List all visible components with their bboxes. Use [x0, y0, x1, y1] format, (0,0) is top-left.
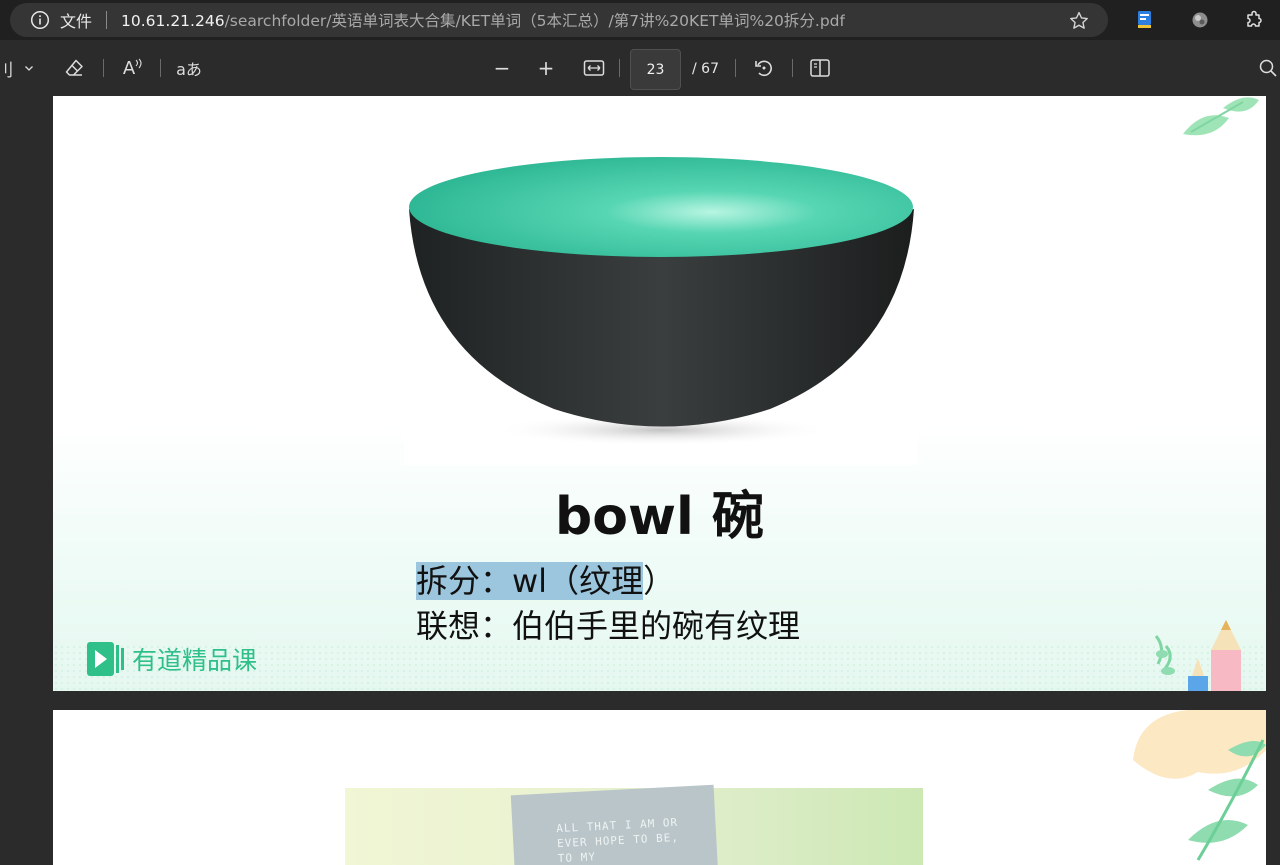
quote-image: ALL THAT I AM OR EVER HOPE TO BE, TO MY [345, 784, 923, 865]
leaf-decoration-icon [1133, 710, 1266, 861]
word-title: bowl 碗 [555, 487, 764, 547]
pdf-page-23: bowl 碗 拆分：wl（纹理） 联想：伯伯手里的碗有纹理 有道精品课 [53, 96, 1266, 691]
pdf-page-24: ALL THAT I AM OR EVER HOPE TO BE, TO MY [53, 710, 1266, 865]
split-line-end: ） [643, 562, 676, 600]
extensions-puzzle-icon[interactable] [1244, 9, 1266, 31]
toolbar-divider [735, 59, 736, 77]
toolbar-divider [792, 59, 793, 77]
favorite-star-icon[interactable] [1068, 10, 1090, 32]
zoom-in-button[interactable]: + [537, 56, 555, 80]
toolbar-divider [103, 59, 104, 77]
eraser-icon[interactable] [62, 56, 86, 80]
split-line: 拆分：wl（纹理） [416, 556, 675, 602]
page-view-icon[interactable] [808, 56, 832, 80]
leaf-decoration-icon [1183, 97, 1259, 136]
zoom-out-button[interactable]: − [493, 56, 511, 80]
url-host: 10.61.21.246 [121, 12, 225, 30]
security-label[interactable]: 文件 [60, 8, 92, 32]
draw-tool-button[interactable]: 刂 [0, 56, 14, 81]
fit-to-width-icon[interactable] [582, 56, 606, 80]
toolbar-divider [160, 59, 161, 77]
toolbar-divider [619, 59, 620, 77]
highlighted-text[interactable]: 拆分：wl（纹理 [416, 562, 644, 600]
page-total-label: / 67 [692, 61, 719, 77]
pencil-decoration-icon [1154, 620, 1241, 691]
brand-play-icon [87, 642, 124, 676]
draw-dropdown-chevron-icon[interactable] [22, 56, 36, 80]
search-icon[interactable] [1256, 56, 1280, 80]
association-line: 联想：伯伯手里的碗有纹理 [416, 607, 801, 645]
extension-translate-icon[interactable] [1134, 9, 1156, 31]
pdf-viewer[interactable]: bowl 碗 拆分：wl（纹理） 联想：伯伯手里的碗有纹理 有道精品课 ALL … [0, 96, 1280, 865]
bowl-image [404, 154, 917, 465]
extension-globe-icon[interactable] [1189, 9, 1211, 31]
rotate-icon[interactable] [752, 56, 776, 80]
read-aloud-button[interactable]: A [120, 56, 146, 80]
url-text[interactable]: 10.61.21.246/searchfolder/英语单词表大合集/KET单词… [121, 9, 845, 31]
address-bar-row: 文件 10.61.21.246/searchfolder/英语单词表大合集/KE… [0, 0, 1280, 40]
brand-name: 有道精品课 [132, 646, 258, 675]
brand-logo: 有道精品课 [86, 639, 257, 679]
info-icon[interactable] [30, 10, 50, 30]
quote-text: ALL THAT I AM OR EVER HOPE TO BE, TO MY [556, 815, 680, 865]
address-bar[interactable]: 文件 10.61.21.246/searchfolder/英语单词表大合集/KE… [10, 3, 1108, 37]
address-divider [106, 11, 108, 29]
url-path: /searchfolder/英语单词表大合集/KET单词（5本汇总）/第7讲%2… [224, 12, 845, 30]
page-number-input[interactable]: 23 [630, 49, 681, 90]
translate-button[interactable]: aあ [176, 56, 202, 80]
read-aloud-label: A [122, 57, 136, 79]
